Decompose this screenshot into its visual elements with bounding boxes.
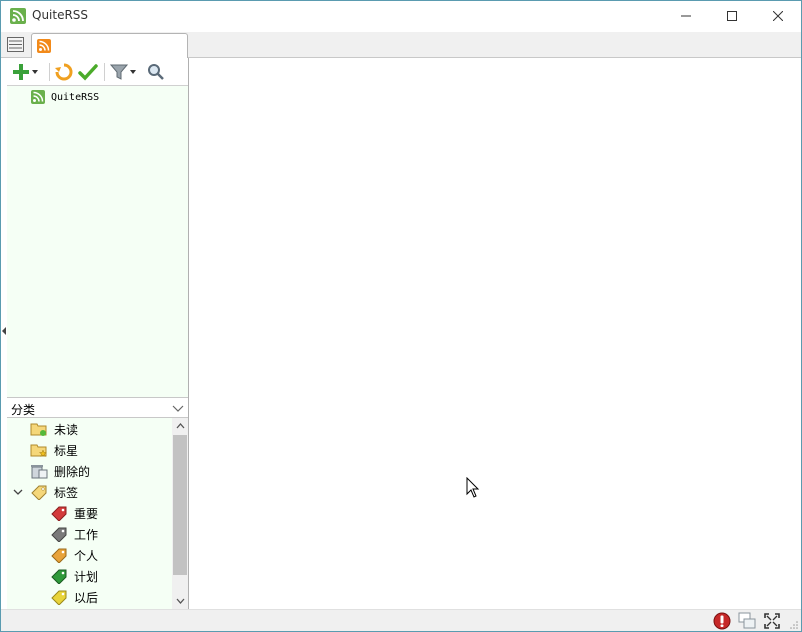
chevron-up-icon xyxy=(176,423,184,429)
categories-select-label: 分类 xyxy=(11,403,36,417)
chevron-down-icon xyxy=(176,598,184,604)
labels-tag-icon xyxy=(31,485,47,500)
filter-funnel-icon xyxy=(109,64,129,80)
app-window: QuiteRSS QuiteRSS 分类 未读 标星 删除的 标签 重要 工作 … xyxy=(0,0,802,632)
category-label: 未读 xyxy=(54,422,79,437)
update-feeds-button[interactable] xyxy=(54,62,74,82)
label-item[interactable]: 个人 xyxy=(50,545,98,565)
label-name: 以后 xyxy=(74,590,99,605)
categories-tree: 未读 标星 删除的 标签 重要 工作 个人 计划 以后 xyxy=(7,418,172,609)
categories-select[interactable]: 分类 xyxy=(7,397,188,418)
close-button[interactable] xyxy=(755,1,801,31)
deleted-icon xyxy=(31,465,48,479)
dropdown-arrow-icon xyxy=(32,70,38,74)
feeds-toolbar xyxy=(7,58,188,86)
mouse-cursor-icon xyxy=(466,477,480,498)
news-content-area[interactable] xyxy=(189,58,801,609)
feed-label: QuiteRSS xyxy=(51,91,100,103)
mark-read-button[interactable] xyxy=(78,62,98,82)
chevron-down-icon xyxy=(172,405,184,412)
tag-orange-icon xyxy=(51,548,67,563)
splitter-handle-icon[interactable] xyxy=(2,327,6,335)
search-icon xyxy=(148,64,164,80)
scroll-down-button[interactable] xyxy=(172,593,188,609)
label-name: 个人 xyxy=(74,548,99,563)
minimize-button[interactable] xyxy=(663,1,709,31)
toolbar-separator xyxy=(104,63,105,81)
tag-gray-icon xyxy=(51,527,67,542)
rss-feed-icon xyxy=(31,90,45,104)
unread-folder-icon xyxy=(30,423,47,436)
starred-folder-icon xyxy=(30,444,48,458)
status-bar xyxy=(1,609,801,631)
category-label: 标星 xyxy=(54,443,79,458)
category-label: 标签 xyxy=(54,485,79,500)
feed-item[interactable]: QuiteRSS xyxy=(31,89,99,105)
dropdown-arrow-icon xyxy=(130,70,136,74)
window-title: QuiteRSS xyxy=(32,8,89,22)
tag-red-icon xyxy=(51,506,67,521)
rss-feed-icon xyxy=(37,39,51,53)
tag-green-icon xyxy=(51,569,67,584)
label-name: 工作 xyxy=(74,527,99,542)
add-icon xyxy=(13,64,29,80)
label-item[interactable]: 工作 xyxy=(50,524,98,544)
category-deleted[interactable]: 删除的 xyxy=(30,461,90,481)
adblock-icon[interactable] xyxy=(713,612,731,630)
filter-button[interactable] xyxy=(109,62,137,82)
scroll-up-button[interactable] xyxy=(172,418,188,434)
add-feed-button[interactable] xyxy=(11,62,39,82)
tab-feeds[interactable] xyxy=(31,33,188,59)
rss-app-icon xyxy=(10,8,26,24)
title-bar[interactable]: QuiteRSS xyxy=(1,1,801,32)
find-feed-button[interactable] xyxy=(147,62,165,82)
label-item[interactable]: 计划 xyxy=(50,566,98,586)
panel-toggle-icon[interactable] xyxy=(7,37,24,52)
resize-grip-icon[interactable] xyxy=(789,620,799,630)
maximize-button[interactable] xyxy=(709,1,755,31)
toolbar-separator xyxy=(49,63,50,81)
expand-chevron-icon[interactable] xyxy=(12,486,24,498)
refresh-icon xyxy=(55,63,73,81)
category-label: 删除的 xyxy=(54,464,91,479)
close-icon xyxy=(773,11,783,21)
feeds-tree: QuiteRSS xyxy=(7,86,188,397)
scrollbar-thumb[interactable] xyxy=(173,435,187,575)
tag-yellow-icon xyxy=(51,590,67,605)
label-item[interactable]: 以后 xyxy=(50,587,98,607)
label-name: 重要 xyxy=(74,506,99,521)
label-item[interactable]: 重要 xyxy=(50,503,98,523)
checkmark-icon xyxy=(78,64,98,81)
categories-scrollbar[interactable] xyxy=(172,418,188,609)
label-name: 计划 xyxy=(74,569,99,584)
left-panel: QuiteRSS 分类 未读 标星 删除的 标签 重要 工作 个人 计划 以后 xyxy=(7,58,189,609)
tab-bar xyxy=(1,32,801,59)
category-labels[interactable]: 标签 xyxy=(12,482,78,502)
fullscreen-icon[interactable] xyxy=(763,612,781,630)
category-unread[interactable]: 未读 xyxy=(30,419,78,439)
maximize-icon xyxy=(727,11,737,21)
category-starred[interactable]: 标星 xyxy=(30,440,78,460)
browser-windows-icon[interactable] xyxy=(738,612,756,630)
minimize-icon xyxy=(681,15,691,17)
